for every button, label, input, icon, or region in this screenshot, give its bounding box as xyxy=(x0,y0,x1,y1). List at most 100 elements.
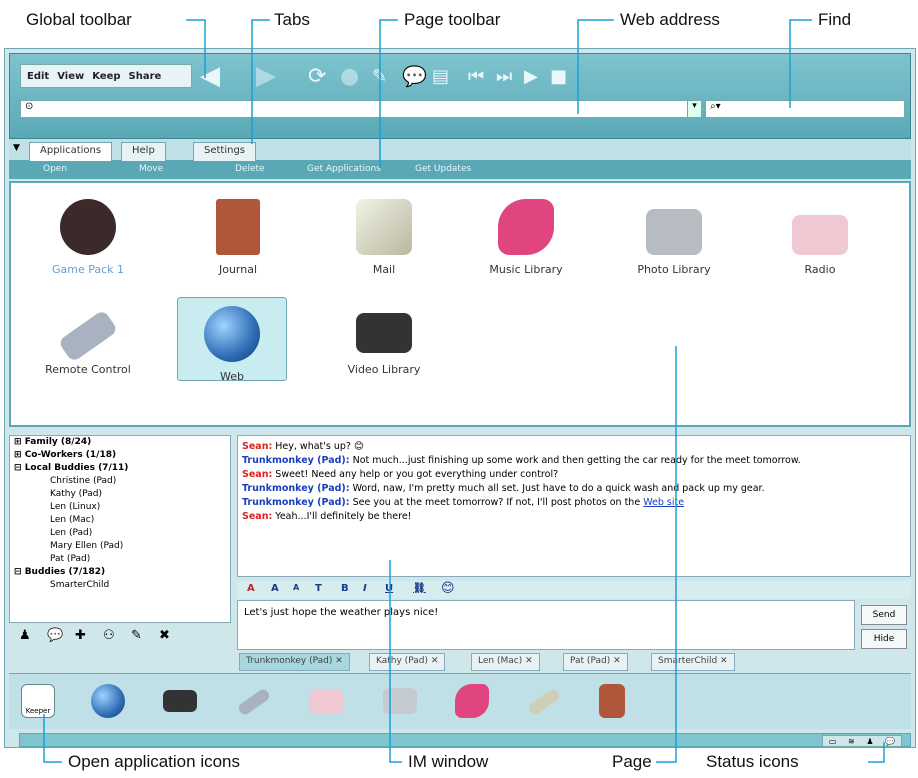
buddy-group[interactable]: ⊟ Local Buddies (7/11) xyxy=(10,462,230,475)
tab-applications[interactable]: Applications xyxy=(29,142,113,161)
app-photo-library[interactable]: Photo Library xyxy=(619,199,729,276)
close-icon[interactable]: ✕ xyxy=(720,656,728,666)
smiley-icon[interactable]: 😊 xyxy=(441,581,455,596)
font-larger-icon[interactable]: A xyxy=(271,583,279,594)
battery-icon[interactable]: ▭ xyxy=(829,737,837,746)
app-mail[interactable]: Mail xyxy=(329,199,439,276)
stop-media-icon[interactable]: ■ xyxy=(550,62,567,90)
buddy-item[interactable]: Mary Ellen (Pad) xyxy=(10,540,230,553)
note-icon[interactable]: ✎ xyxy=(372,62,387,90)
message-input[interactable]: Let's just hope the weather plays nice! xyxy=(237,600,855,650)
forward-icon[interactable]: ▶ xyxy=(256,61,276,91)
chat-speaker: Sean: xyxy=(242,511,273,522)
menu-view[interactable]: View xyxy=(57,71,84,82)
im-tab-pat[interactable]: Pat (Pad) ✕ xyxy=(563,653,628,671)
im-tab-kathy[interactable]: Kathy (Pad) ✕ xyxy=(369,653,446,671)
buddy-item[interactable]: Len (Mac) xyxy=(10,514,230,527)
im-tab-label: Trunkmonkey (Pad) xyxy=(246,656,333,666)
app-remote-control[interactable]: Remote Control xyxy=(33,307,143,376)
edit-buddy-icon[interactable]: ✎ xyxy=(131,628,142,643)
find-input[interactable]: ⌕▾ xyxy=(705,100,905,118)
remote-icon xyxy=(57,309,119,363)
globe-icon[interactable] xyxy=(91,684,125,718)
buddy-icon[interactable]: ♟ xyxy=(19,628,31,643)
collapse-icon[interactable]: ▼ xyxy=(13,143,20,153)
get-applications-button[interactable]: Get Applications xyxy=(307,164,381,174)
menu-keep[interactable]: Keep xyxy=(92,71,120,82)
web-site-link[interactable]: Web site xyxy=(643,497,684,508)
menu-edit[interactable]: Edit xyxy=(27,71,49,82)
app-web[interactable]: Web xyxy=(177,297,287,383)
chat-text: Hey, what's up? xyxy=(272,441,351,452)
app-game-pack[interactable]: Game Pack 1 xyxy=(33,199,143,276)
open-button[interactable]: Open xyxy=(43,164,67,174)
im-tab-trunkmonkey[interactable]: Trunkmonkey (Pad) ✕ xyxy=(239,653,350,671)
remote-icon[interactable] xyxy=(236,687,272,717)
tab-help[interactable]: Help xyxy=(121,142,166,161)
font-face-icon[interactable]: T xyxy=(315,583,322,594)
radio-icon xyxy=(792,215,848,255)
next-track-icon[interactable]: ⏭ xyxy=(496,62,512,90)
chat-line: Sean: Yeah...I'll definitely be there! xyxy=(242,510,906,524)
im-tab-smarterchild[interactable]: SmarterChild ✕ xyxy=(651,653,735,671)
app-music-library[interactable]: Music Library xyxy=(471,199,581,276)
app-video-library[interactable]: Video Library xyxy=(329,307,439,376)
print-icon[interactable]: ▤ xyxy=(432,62,449,90)
buddy-group[interactable]: ⊞ Co-Workers (1/18) xyxy=(10,449,230,462)
buddy-item[interactable]: Len (Linux) xyxy=(10,501,230,514)
chat-status-icon[interactable]: 💬 xyxy=(885,737,895,746)
chat-bubble-icon[interactable]: 💬 xyxy=(47,628,63,643)
stop-icon[interactable]: ● xyxy=(340,62,359,90)
group-icon[interactable]: ⚇ xyxy=(103,628,115,643)
journal-icon[interactable] xyxy=(599,684,625,718)
buddy-group[interactable]: ⊞ Family (8/24) xyxy=(10,436,230,449)
close-icon[interactable]: ✕ xyxy=(335,656,343,666)
font-smaller-icon[interactable]: A xyxy=(293,583,299,592)
bold-icon[interactable]: B xyxy=(341,583,349,594)
buddy-item[interactable]: SmarterChild xyxy=(10,579,230,592)
video-camera-icon[interactable] xyxy=(163,690,197,712)
app-radio[interactable]: Radio xyxy=(765,199,875,276)
send-button[interactable]: Send xyxy=(861,605,907,625)
close-icon[interactable]: ✕ xyxy=(613,656,621,666)
app-label: Game Pack 1 xyxy=(51,263,125,276)
delete-button[interactable]: Delete xyxy=(235,164,265,174)
address-dropdown-icon[interactable]: ▾ xyxy=(687,101,701,117)
wifi-icon[interactable]: ≋ xyxy=(848,737,855,746)
hide-button[interactable]: Hide xyxy=(861,629,907,649)
previous-track-icon[interactable]: ⏮ xyxy=(468,62,484,90)
web-address-input[interactable]: ⊙ xyxy=(20,100,700,118)
im-tab-label: Len (Mac) xyxy=(478,656,523,666)
add-buddy-icon[interactable]: ✚ xyxy=(75,628,86,643)
buddy-item[interactable]: Len (Pad) xyxy=(10,527,230,540)
page: Game Pack 1 Journal Mail Music Library P… xyxy=(9,181,911,427)
buddy-item[interactable]: Kathy (Pad) xyxy=(10,488,230,501)
underline-icon[interactable]: U xyxy=(385,583,393,594)
close-icon[interactable]: ✕ xyxy=(431,656,439,666)
text-color-icon[interactable]: A xyxy=(247,583,255,594)
play-icon[interactable]: ▶ xyxy=(524,62,538,90)
italic-icon[interactable]: I xyxy=(363,583,367,594)
tab-settings[interactable]: Settings xyxy=(193,142,257,161)
app-journal[interactable]: Journal xyxy=(183,199,293,276)
refresh-icon[interactable]: ⟳ xyxy=(308,62,326,90)
close-icon[interactable]: ✕ xyxy=(525,656,533,666)
buddy-item[interactable]: Pat (Pad) xyxy=(10,553,230,566)
chat-bubble-icon[interactable]: 💬 xyxy=(402,62,427,90)
menu-share[interactable]: Share xyxy=(129,71,162,82)
insert-link-icon[interactable]: ⛓ xyxy=(413,583,426,594)
mail-icon[interactable] xyxy=(526,687,562,717)
back-icon[interactable]: ◀ xyxy=(200,61,220,91)
keeper-icon[interactable]: Keeper xyxy=(21,684,55,718)
buddy-group[interactable]: ⊟ Buddies (7/182) xyxy=(10,566,230,579)
im-tab-len-mac[interactable]: Len (Mac) ✕ xyxy=(471,653,540,671)
camera-icon[interactable] xyxy=(383,688,417,714)
buddy-status-icon[interactable]: ♟ xyxy=(866,737,873,746)
buddy-item[interactable]: Christine (Pad) xyxy=(10,475,230,488)
get-updates-button[interactable]: Get Updates xyxy=(415,164,471,174)
radio-icon[interactable] xyxy=(309,690,343,714)
guitar-icon[interactable] xyxy=(455,684,489,718)
status-bar: ▭ ≋ ♟ 💬 xyxy=(19,733,911,747)
remove-buddy-icon[interactable]: ✖ xyxy=(159,628,170,643)
move-button[interactable]: Move xyxy=(139,164,163,174)
